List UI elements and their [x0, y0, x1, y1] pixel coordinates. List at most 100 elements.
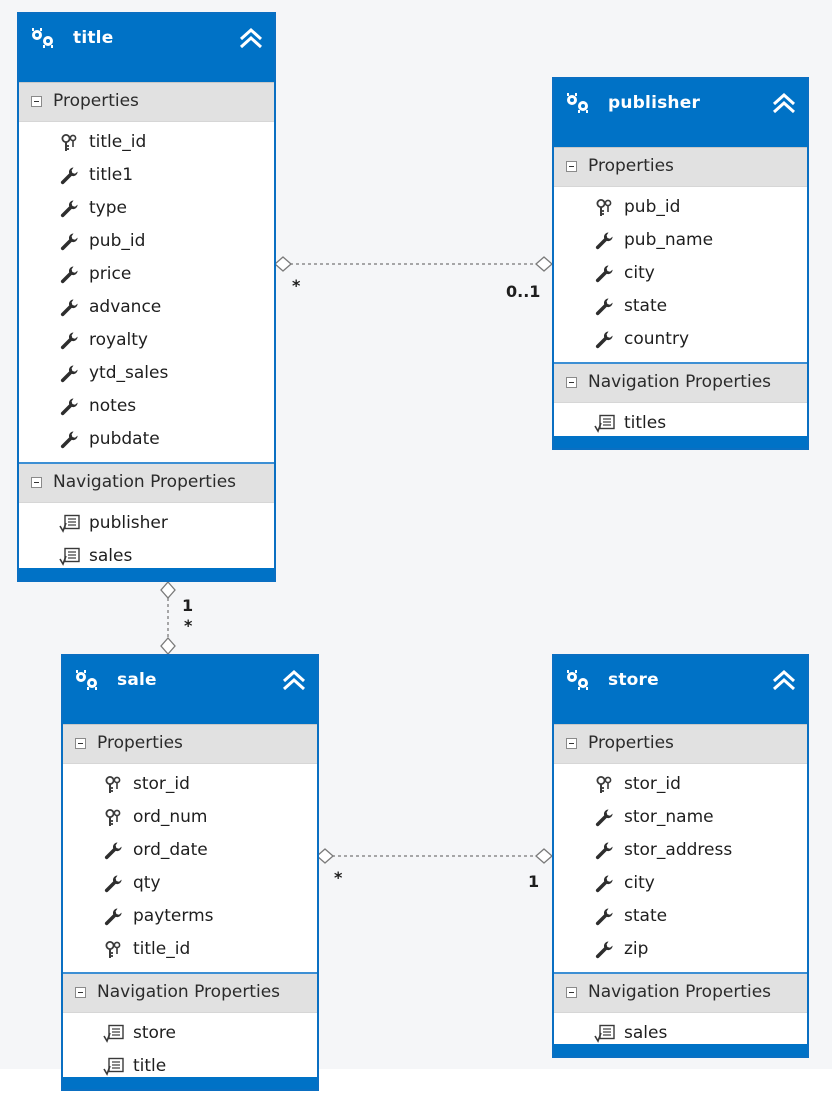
property-row[interactable]: stor_name — [554, 801, 807, 834]
property-section-header[interactable]: Properties — [554, 147, 807, 187]
collapse-minus-icon[interactable] — [31, 477, 42, 488]
wrench-icon — [594, 940, 614, 960]
property-name: pub_name — [624, 230, 714, 250]
property-section-header[interactable]: Properties — [19, 82, 274, 122]
property-row[interactable]: stor_id — [554, 768, 807, 801]
entity-title-label: store — [608, 670, 659, 690]
entity-title-label: title — [73, 28, 114, 48]
property-name: stor_id — [133, 774, 190, 794]
wrench-icon — [59, 265, 79, 285]
property-row[interactable]: notes — [19, 390, 274, 423]
wrench-icon — [103, 874, 123, 894]
property-section-header[interactable]: Properties — [63, 724, 317, 764]
property-name: ytd_sales — [89, 363, 169, 383]
property-row[interactable]: ord_date — [63, 834, 317, 867]
entity-header[interactable]: sale — [63, 656, 317, 724]
property-name: title1 — [89, 165, 134, 185]
navigation-property-row[interactable]: publisher — [19, 507, 274, 540]
navigation-property-row[interactable]: store — [63, 1017, 317, 1050]
collapse-chevron-icon[interactable] — [771, 668, 797, 692]
navigation-property-section-label: Navigation Properties — [588, 982, 772, 1002]
property-section-header[interactable]: Properties — [554, 724, 807, 764]
property-name: state — [624, 296, 668, 316]
wrench-icon — [594, 874, 614, 894]
entity-header[interactable]: store — [554, 656, 807, 724]
navigation-property-section-header[interactable]: Navigation Properties — [63, 972, 317, 1013]
wrench-icon — [103, 841, 123, 861]
property-row[interactable]: state — [554, 900, 807, 933]
collapse-chevron-icon[interactable] — [281, 668, 307, 692]
property-row[interactable]: country — [554, 323, 807, 356]
wrench-icon — [594, 841, 614, 861]
property-row[interactable]: royalty — [19, 324, 274, 357]
key-icon — [594, 775, 614, 795]
association-end-diamond — [160, 637, 176, 655]
wrench-icon — [594, 231, 614, 251]
property-row[interactable]: city — [554, 257, 807, 290]
property-row[interactable]: pub_id — [554, 191, 807, 224]
key-icon — [59, 133, 79, 153]
association-end-diamond — [535, 848, 553, 864]
navigation-property-section-header[interactable]: Navigation Properties — [554, 362, 807, 403]
navigation-property-section-label: Navigation Properties — [53, 472, 237, 492]
entity-store[interactable]: store Properties stor_id stor_name stor_addr… — [552, 654, 809, 1058]
multiplicity-label: * — [184, 616, 193, 635]
navigation-property-section-header[interactable]: Navigation Properties — [19, 462, 274, 503]
property-row[interactable]: payterms — [63, 900, 317, 933]
property-row[interactable]: zip — [554, 933, 807, 966]
wrench-icon — [594, 808, 614, 828]
collapse-chevron-icon[interactable] — [238, 26, 264, 50]
wrench-icon — [59, 430, 79, 450]
property-row[interactable]: ord_num — [63, 801, 317, 834]
collapse-minus-icon[interactable] — [566, 738, 577, 749]
property-list: stor_id stor_name stor_address city state zip — [554, 764, 807, 972]
property-row[interactable]: stor_id — [63, 768, 317, 801]
property-row[interactable]: ytd_sales — [19, 357, 274, 390]
property-row[interactable]: price — [19, 258, 274, 291]
collapse-minus-icon[interactable] — [31, 96, 42, 107]
entity-header[interactable]: title — [19, 14, 274, 82]
collapse-minus-icon[interactable] — [566, 377, 577, 388]
navigation-property-section-label: Navigation Properties — [588, 372, 772, 392]
collapse-minus-icon[interactable] — [566, 161, 577, 172]
property-row[interactable]: state — [554, 290, 807, 323]
multiplicity-label: 1 — [528, 872, 540, 891]
navigation-property-name: titles — [624, 413, 667, 433]
navigation-property-icon — [59, 514, 80, 534]
key-icon — [103, 808, 123, 828]
property-name: stor_id — [624, 774, 681, 794]
property-row[interactable]: type — [19, 192, 274, 225]
collapse-minus-icon[interactable] — [566, 987, 577, 998]
property-row[interactable]: city — [554, 867, 807, 900]
wrench-icon — [59, 199, 79, 219]
wrench-icon — [59, 397, 79, 417]
property-row[interactable]: advance — [19, 291, 274, 324]
entity-sale[interactable]: sale Properties stor_id ord_num ord_dateqty p… — [61, 654, 319, 1091]
property-name: ord_date — [133, 840, 208, 860]
wrench-icon — [594, 907, 614, 927]
property-row[interactable]: pub_name — [554, 224, 807, 257]
collapse-minus-icon[interactable] — [75, 987, 86, 998]
property-row[interactable]: pub_id — [19, 225, 274, 258]
multiplicity-label: 0..1 — [506, 282, 541, 301]
entity-publisher[interactable]: publisher Properties pub_id pub_namecity sta… — [552, 77, 809, 450]
navigation-property-section-header[interactable]: Navigation Properties — [554, 972, 807, 1013]
entity-header[interactable]: publisher — [554, 79, 807, 147]
property-row[interactable]: qty — [63, 867, 317, 900]
collapse-minus-icon[interactable] — [75, 738, 86, 749]
wrench-icon — [59, 166, 79, 186]
property-name: stor_name — [624, 807, 714, 827]
entity-footer — [554, 1044, 807, 1056]
entity-type-icon — [564, 91, 592, 115]
navigation-property-name: publisher — [89, 513, 168, 533]
collapse-chevron-icon[interactable] — [771, 91, 797, 115]
property-name: qty — [133, 873, 161, 893]
navigation-property-section-label: Navigation Properties — [97, 982, 281, 1002]
property-row[interactable]: title1 — [19, 159, 274, 192]
property-row[interactable]: title_id — [63, 933, 317, 966]
property-row[interactable]: title_id — [19, 126, 274, 159]
entity-title[interactable]: title Properties title_id title1 type pub_id p… — [17, 12, 276, 582]
property-row[interactable]: pubdate — [19, 423, 274, 456]
wrench-icon — [59, 331, 79, 351]
property-row[interactable]: stor_address — [554, 834, 807, 867]
